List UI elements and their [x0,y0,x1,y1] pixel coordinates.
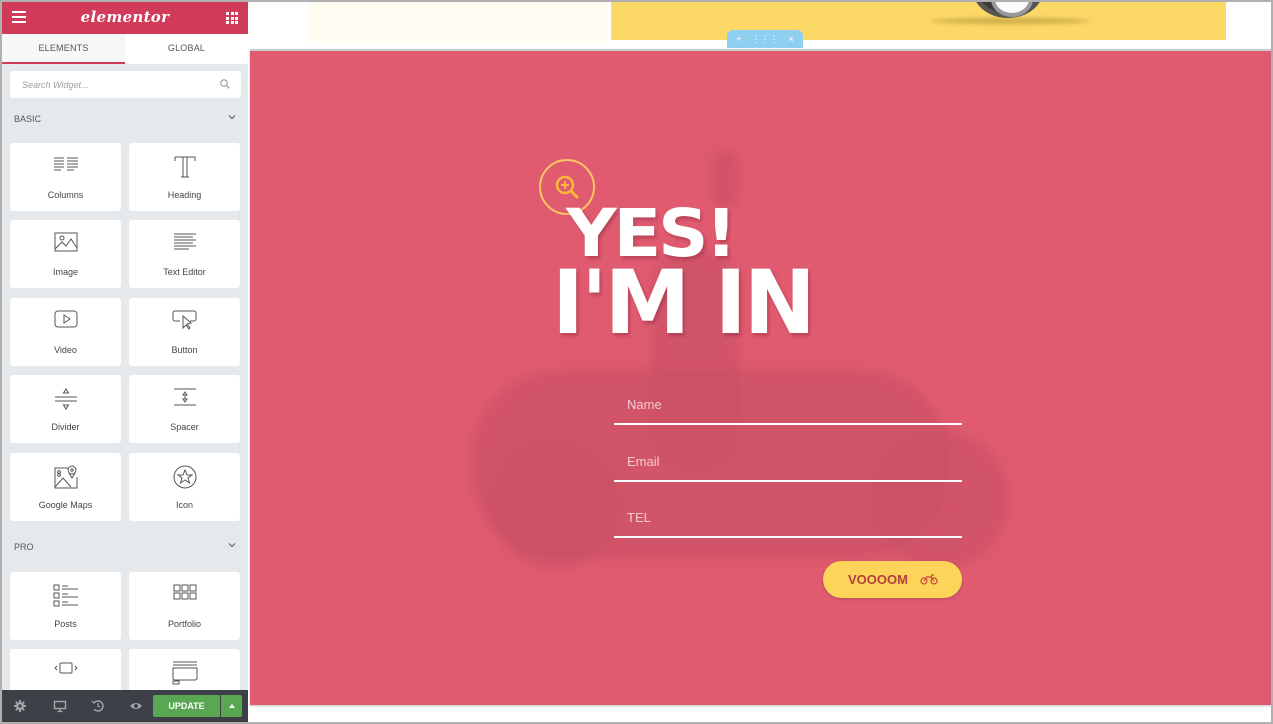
settings-icon[interactable] [13,699,27,713]
history-icon[interactable] [91,699,105,713]
chevron-down-icon[interactable] [228,113,236,121]
widget-portfolio[interactable]: Portfolio [129,572,240,640]
tab-elements[interactable]: ELEMENTS [2,34,125,64]
scooter-image[interactable] [611,2,1226,40]
widget-spacer[interactable]: Spacer [129,375,240,443]
widget-label: Heading [167,190,202,200]
widget-label: Button [171,345,198,355]
widget-label: Icon [175,500,193,510]
search-widget [10,71,241,98]
heading-icon [174,156,195,178]
responsive-icon[interactable] [53,699,67,713]
star-icon [173,465,196,489]
signup-section[interactable]: YES! I'M IN VOOOOM [250,49,1271,705]
delete-section-icon[interactable]: × [789,34,794,44]
image-icon [54,232,77,252]
widget-label: Video [54,345,77,355]
category-basic-label: BASIC [14,114,42,124]
widget-google-maps[interactable]: Google Maps [10,453,121,521]
email-field[interactable] [614,442,962,482]
form-icon [172,661,197,685]
widget-image[interactable]: Image [10,220,121,288]
widget-label: Image [52,267,78,277]
submit-label: VOOOOM [848,572,908,587]
chevron-down-icon[interactable] [228,541,236,549]
widget-button[interactable]: Button [129,298,240,366]
headline-line-2[interactable]: I'M IN [552,259,816,347]
widget-heading[interactable]: Heading [129,143,240,211]
scooter-bg-wheel-front [490,439,620,569]
preview-canvas: YES! I'M IN VOOOOM + ⋮⋮⋮ × [248,2,1271,722]
widget-label: Text Editor [163,267,206,277]
elementor-panel: elementor ELEMENTS GLOBAL BASIC Columns [2,2,248,722]
widget-label: Portfolio [167,619,202,629]
spacer-icon [173,388,196,406]
widgets-grid-icon[interactable] [226,12,238,24]
widget-video[interactable]: Video [10,298,121,366]
widget-divider[interactable]: Divider [10,375,121,443]
name-input[interactable] [614,385,962,423]
preview-eye-icon[interactable] [129,699,143,713]
elementor-editor: elementor ELEMENTS GLOBAL BASIC Columns [2,2,1271,722]
posts-icon [53,584,78,607]
slides-icon [53,662,78,674]
tab-global[interactable]: GLOBAL [125,34,248,64]
motorcycle-icon [920,574,938,585]
button-icon [172,310,196,330]
email-input[interactable] [614,442,962,480]
elementor-logo: elementor [80,8,170,26]
widget-label: Google Maps [38,500,93,510]
category-basic-header[interactable]: BASIC [14,114,240,124]
scooter-wheel [972,2,1044,18]
section-handle: + ⋮⋮⋮ × [727,30,803,48]
widget-label: Spacer [170,422,199,432]
portfolio-icon [173,584,196,600]
widget-label: Divider [51,422,80,432]
text-editor-icon [173,233,196,250]
widget-columns[interactable]: Columns [10,143,121,211]
panel-header: elementor [2,2,248,34]
widget-text-editor[interactable]: Text Editor [129,220,240,288]
update-button[interactable]: UPDATE [153,695,220,717]
google-maps-icon [54,465,77,489]
add-section-icon[interactable]: + [736,34,741,44]
tel-input[interactable] [614,498,962,536]
search-icon[interactable] [220,79,230,89]
divider-icon [54,388,77,410]
drag-section-icon[interactable]: ⋮⋮⋮ [752,34,779,45]
update-options-arrow[interactable] [221,695,242,717]
video-icon [54,310,77,328]
tel-field[interactable] [614,498,962,538]
panel-footer: UPDATE [2,690,248,722]
widget-icon[interactable]: Icon [129,453,240,521]
name-field[interactable] [614,385,962,425]
search-input[interactable] [10,71,205,98]
submit-button[interactable]: VOOOOM [823,561,962,598]
panel-tabs: ELEMENTS GLOBAL [2,34,248,64]
widget-label: Posts [54,619,77,629]
category-pro-header[interactable]: PRO [14,542,240,552]
widget-label: Columns [47,190,84,200]
widget-posts[interactable]: Posts [10,572,121,640]
category-pro-label: PRO [14,542,34,552]
columns-icon [53,157,78,171]
